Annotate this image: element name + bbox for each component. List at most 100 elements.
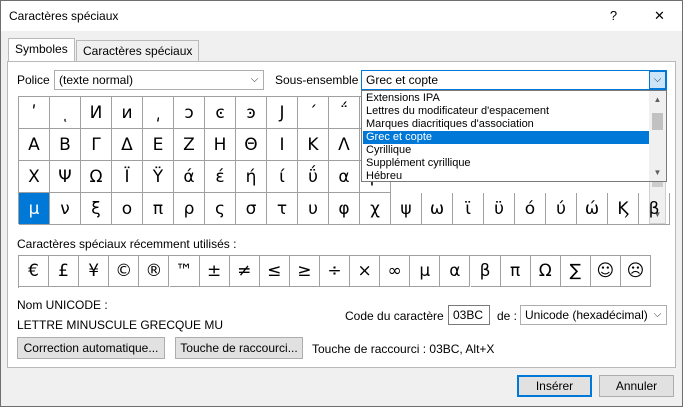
help-button[interactable]: ? bbox=[591, 1, 636, 31]
symbol-cell[interactable]: Ε bbox=[143, 129, 174, 161]
recent-symbol-cell[interactable]: × bbox=[350, 256, 381, 287]
subset-select[interactable]: Grec et copte ⌵ bbox=[361, 70, 667, 90]
autocorrect-button[interactable]: Correction automatique... bbox=[17, 337, 165, 359]
symbol-cell[interactable]: ω bbox=[422, 193, 453, 225]
symbol-cell[interactable]: σ bbox=[236, 193, 267, 225]
recent-symbol-cell[interactable]: ☹ bbox=[621, 256, 651, 287]
symbol-cell[interactable]: ρ bbox=[174, 193, 205, 225]
symbol-cell[interactable]: Δ bbox=[112, 129, 143, 161]
recent-symbol-cell[interactable]: ™ bbox=[169, 256, 200, 287]
symbol-cell[interactable]: μ bbox=[19, 193, 50, 225]
symbol-cell[interactable]: ς bbox=[205, 193, 236, 225]
symbol-cell[interactable]: ύ bbox=[546, 193, 577, 225]
recent-symbol-cell[interactable]: µ bbox=[410, 256, 441, 287]
symbol-cell[interactable]: π bbox=[143, 193, 174, 225]
symbol-cell[interactable]: ͺ bbox=[50, 97, 81, 129]
symbol-cell[interactable]: Χ bbox=[19, 161, 50, 193]
symbol-cell[interactable]: ʹ bbox=[19, 97, 50, 129]
scroll-up-icon[interactable]: ▲ bbox=[649, 91, 666, 108]
recent-symbol-cell[interactable]: β bbox=[470, 256, 501, 287]
subset-option[interactable]: Marques diacritiques d'association bbox=[363, 118, 653, 131]
insert-button[interactable]: Insérer bbox=[517, 375, 592, 397]
recent-symbols: € £ ¥ © ® ™ ± ≠ ≤ ≥ ÷ × ∞ µ α β π Ω ∑ ☺ ☹ bbox=[18, 255, 651, 288]
symbol-cell[interactable]: и bbox=[112, 97, 143, 129]
recent-symbol-cell[interactable]: α bbox=[440, 256, 471, 287]
symbol-cell[interactable]: Ϳ bbox=[267, 97, 298, 129]
recent-symbol-cell[interactable]: π bbox=[500, 256, 531, 287]
symbol-cell[interactable]: Λ bbox=[329, 129, 360, 161]
symbol-cell[interactable]: ώ bbox=[577, 193, 608, 225]
symbol-cell[interactable]: ΄ bbox=[298, 97, 329, 129]
recent-symbol-cell[interactable]: Ω bbox=[530, 256, 561, 287]
dropdown-scrollbar[interactable]: ▲ ▼ bbox=[649, 91, 666, 181]
recent-symbol-cell[interactable]: ≤ bbox=[259, 256, 290, 287]
symbol-cell[interactable]: ϋ bbox=[484, 193, 515, 225]
symbol-cell[interactable]: ͻ bbox=[174, 97, 205, 129]
scroll-down-icon[interactable]: ▼ bbox=[649, 164, 666, 181]
subset-option[interactable]: Cyrillique bbox=[363, 144, 653, 157]
symbol-cell[interactable]: Ψ bbox=[50, 161, 81, 193]
subset-option[interactable]: Hébreu bbox=[363, 170, 653, 183]
symbol-cell[interactable]: φ bbox=[329, 193, 360, 225]
recent-symbol-cell[interactable]: ≠ bbox=[229, 256, 260, 287]
symbol-cell[interactable]: Ι bbox=[267, 129, 298, 161]
symbol-cell[interactable]: Α bbox=[19, 129, 50, 161]
recent-symbol-cell[interactable]: ¥ bbox=[79, 256, 110, 287]
recent-symbol-cell[interactable]: ± bbox=[199, 256, 230, 287]
symbol-cell[interactable]: Ω bbox=[81, 161, 112, 193]
recent-symbol-cell[interactable]: ® bbox=[139, 256, 170, 287]
symbol-cell[interactable]: ΅ bbox=[329, 97, 360, 129]
from-select[interactable]: Unicode (hexadécimal) ⌵ bbox=[520, 305, 667, 325]
symbol-cell[interactable]: χ bbox=[360, 193, 391, 225]
symbol-cell[interactable]: Ϋ bbox=[143, 161, 174, 193]
symbol-cell[interactable]: ν bbox=[50, 193, 81, 225]
symbol-cell[interactable]: Β bbox=[50, 129, 81, 161]
chevron-down-icon: ⌵ bbox=[653, 309, 662, 320]
recent-symbol-cell[interactable]: € bbox=[19, 256, 49, 287]
recent-symbol-cell[interactable]: ≥ bbox=[289, 256, 320, 287]
symbol-cell[interactable]: β bbox=[639, 193, 670, 225]
symbol-cell[interactable]: Θ bbox=[236, 129, 267, 161]
recent-symbol-cell[interactable]: ÷ bbox=[320, 256, 350, 287]
subset-option[interactable]: Extensions IPA bbox=[363, 92, 653, 105]
char-code-input[interactable]: 03BC bbox=[448, 305, 490, 325]
symbol-cell[interactable]: И bbox=[81, 97, 112, 129]
symbol-cell[interactable]: ό bbox=[515, 193, 546, 225]
symbol-cell[interactable]: Κ bbox=[298, 129, 329, 161]
symbol-cell[interactable]: ψ bbox=[391, 193, 422, 225]
symbol-cell[interactable]: Γ bbox=[81, 129, 112, 161]
symbol-cell[interactable]: ά bbox=[174, 161, 205, 193]
font-select[interactable]: (texte normal) ⌵ bbox=[54, 70, 264, 90]
symbol-cell[interactable]: ͼ bbox=[205, 97, 236, 129]
symbol-cell[interactable]: έ bbox=[205, 161, 236, 193]
symbol-cell[interactable]: α bbox=[329, 161, 360, 193]
symbol-cell[interactable]: Ζ bbox=[174, 129, 205, 161]
symbol-cell[interactable]: ͵ bbox=[143, 97, 174, 129]
scroll-thumb[interactable] bbox=[652, 113, 663, 130]
tab-caracteres-speciaux[interactable]: Caractères spéciaux bbox=[76, 40, 200, 62]
symbol-cell[interactable]: Ϊ bbox=[112, 161, 143, 193]
symbol-cell[interactable]: τ bbox=[267, 193, 298, 225]
recent-symbol-cell[interactable]: ☺ bbox=[590, 256, 621, 287]
cancel-button[interactable]: Annuler bbox=[599, 375, 674, 397]
subset-option[interactable]: Lettres du modificateur d'espacement bbox=[363, 105, 653, 118]
recent-symbol-cell[interactable]: £ bbox=[49, 256, 80, 287]
symbol-cell[interactable]: ξ bbox=[81, 193, 112, 225]
subset-option[interactable]: Grec et copte bbox=[363, 131, 653, 144]
symbol-cell[interactable]: ο bbox=[112, 193, 143, 225]
symbol-cell[interactable]: ͽ bbox=[236, 97, 267, 129]
shortcut-key-button[interactable]: Touche de raccourci... bbox=[175, 337, 303, 359]
tab-symboles[interactable]: Symboles bbox=[8, 38, 75, 61]
recent-symbol-cell[interactable]: © bbox=[109, 256, 140, 287]
symbol-cell[interactable]: ΰ bbox=[298, 161, 329, 193]
symbol-cell[interactable]: ή bbox=[236, 161, 267, 193]
recent-symbol-cell[interactable]: ∞ bbox=[380, 256, 411, 287]
subset-option[interactable]: Supplément cyrillique bbox=[363, 157, 653, 170]
symbol-cell[interactable]: υ bbox=[298, 193, 329, 225]
symbol-cell[interactable]: Ϗ bbox=[608, 193, 639, 225]
symbol-cell[interactable]: Η bbox=[205, 129, 236, 161]
symbol-cell[interactable]: ϊ bbox=[453, 193, 484, 225]
close-button[interactable]: ✕ bbox=[637, 1, 682, 31]
symbol-cell[interactable]: ί bbox=[267, 161, 298, 193]
recent-symbol-cell[interactable]: ∑ bbox=[560, 256, 591, 287]
